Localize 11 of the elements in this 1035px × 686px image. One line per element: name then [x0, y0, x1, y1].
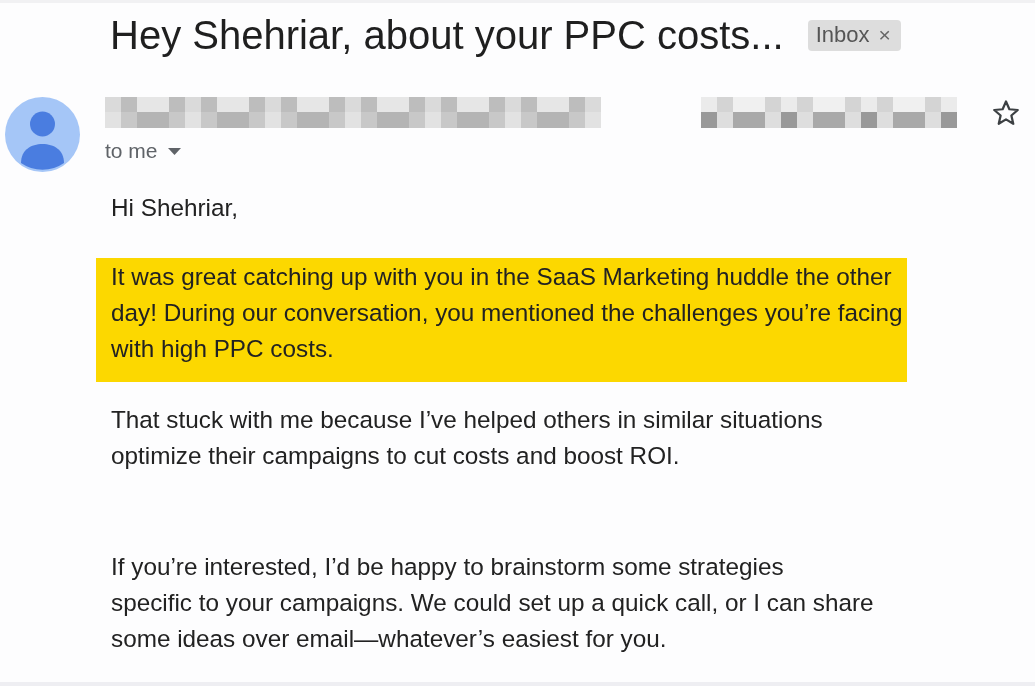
greeting-text: Hi Shehriar, — [111, 193, 238, 223]
remove-label-button[interactable]: × — [878, 20, 891, 50]
email-subject: Hey Shehriar, about your PPC costs... — [110, 12, 784, 59]
label-text: Inbox — [815, 21, 870, 49]
recipient-dropdown[interactable]: to me — [105, 137, 181, 165]
paragraph: If you’re interested, I’d be happy to brainstorm some strategies specific to your campaigns. We could set up a quick call, or I can share some ideas over email—whatever’s easiest for you. — [111, 552, 875, 654]
paragraph: That stuck with me because I’ve helped others in similar situations optimize their campaigns to cut costs and boost ROI. — [111, 405, 824, 471]
highlighted-paragraph: It was great catching up with you in the SaaS Marketing huddle the other day! During our conversation, you mentioned the challenges you’re facing with high PPC costs. — [96, 258, 907, 382]
avatar-icon — [5, 97, 80, 172]
star-button[interactable] — [991, 97, 1021, 128]
caret-icon — [167, 147, 181, 155]
